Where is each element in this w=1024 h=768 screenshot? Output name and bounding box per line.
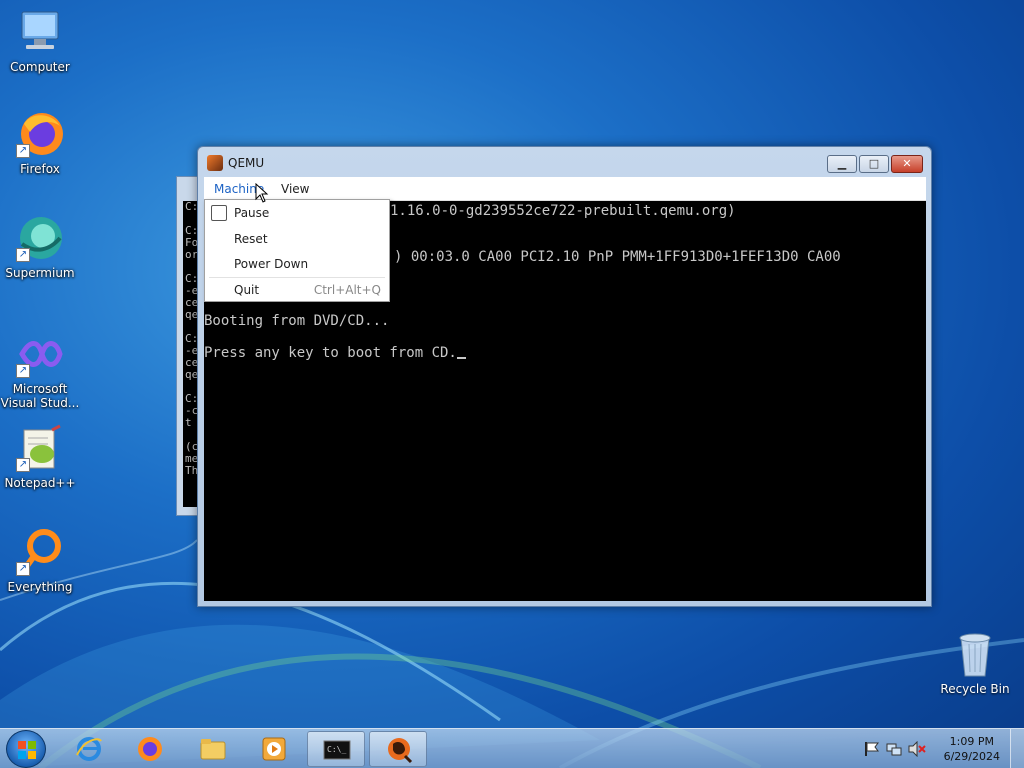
- clock-time: 1:09 PM: [949, 735, 994, 748]
- firefox-icon: ↗: [16, 110, 64, 158]
- pause-checkbox[interactable]: [211, 205, 227, 221]
- bios-line: Booting from DVD/CD...: [204, 313, 390, 329]
- minimize-button[interactable]: ▁: [827, 155, 857, 173]
- mouse-pointer-icon: [255, 183, 269, 203]
- svg-text:C:\_: C:\_: [327, 745, 346, 754]
- minimize-icon: ▁: [837, 157, 847, 170]
- menu-item-quit[interactable]: Quit Ctrl+Alt+Q: [205, 278, 389, 302]
- shortcut-arrow-icon: ↗: [16, 248, 30, 262]
- network-icon[interactable]: [886, 741, 902, 757]
- taskbar-command-prompt[interactable]: C:\_: [307, 731, 365, 767]
- desktop-icon-visual-studio[interactable]: ↗ Microsoft Visual Stud...: [0, 330, 80, 410]
- menu-item-reset[interactable]: Reset: [205, 227, 389, 251]
- desktop-icon-recycle-bin[interactable]: Recycle Bin: [938, 630, 1012, 696]
- computer-icon: [16, 8, 64, 56]
- bios-line: ) 00:03.0 CA00 PCI2.10 PnP PMM+1FF913D0+…: [394, 249, 841, 265]
- folder-icon: [200, 739, 226, 760]
- menu-item-power-down[interactable]: Power Down: [205, 252, 389, 276]
- taskbar: C:\_ 1:09 PM 6/29/2024: [0, 728, 1024, 768]
- recycle-bin-label: Recycle Bin: [940, 682, 1010, 696]
- shortcut-arrow-icon: ↗: [16, 562, 30, 576]
- bios-prompt-line: Press any key to boot from CD.: [204, 345, 466, 361]
- taskbar-media-player[interactable]: [245, 731, 303, 767]
- maximize-icon: □: [868, 157, 880, 170]
- menu-bar: Machine View: [204, 177, 926, 201]
- machine-menu-dropdown: Pause Reset Power Down Quit Ctrl+Alt+Q: [204, 199, 390, 302]
- action-center-flag-icon[interactable]: [864, 741, 880, 757]
- desktop-icon-supermium[interactable]: ↗ Supermium: [0, 214, 80, 280]
- notepad-plus-plus-icon: ↗: [16, 424, 64, 472]
- internet-explorer-icon: [76, 737, 102, 761]
- start-button[interactable]: [6, 730, 46, 768]
- qemu-icon: [388, 738, 413, 764]
- command-prompt-icon: C:\_: [323, 740, 351, 760]
- title-bar[interactable]: QEMU ▁ □ ✕: [198, 147, 931, 177]
- recycle-bin-icon: [959, 633, 991, 677]
- window-title: QEMU: [228, 156, 265, 170]
- menu-view[interactable]: View: [277, 182, 313, 196]
- maximize-button[interactable]: □: [859, 155, 889, 173]
- taskbar-firefox[interactable]: [121, 731, 179, 767]
- windows-logo-icon: [18, 741, 36, 759]
- everything-search-icon: ↗: [16, 528, 64, 576]
- close-icon: ✕: [902, 157, 912, 170]
- shortcut-arrow-icon: ↗: [16, 458, 30, 472]
- show-desktop-button[interactable]: [1010, 729, 1024, 768]
- desktop-icon-notepad-plus-plus[interactable]: ↗ Notepad++: [0, 424, 80, 490]
- desktop-icon-everything[interactable]: ↗ Everything: [0, 528, 80, 594]
- taskbar-file-explorer[interactable]: [184, 731, 242, 767]
- taskbar-internet-explorer[interactable]: [60, 731, 118, 767]
- system-clock[interactable]: 1:09 PM 6/29/2024: [944, 734, 1000, 764]
- volume-muted-icon[interactable]: [908, 741, 926, 757]
- desktop-icon-firefox[interactable]: ↗ Firefox: [0, 110, 80, 176]
- menu-item-pause[interactable]: Pause: [205, 201, 389, 225]
- quit-shortcut: Ctrl+Alt+Q: [313, 283, 381, 297]
- visual-studio-icon: ↗: [16, 330, 64, 378]
- clock-date: 6/29/2024: [943, 750, 1000, 763]
- bios-prompt-text: Press any key to boot from CD.: [204, 345, 457, 361]
- firefox-icon: [138, 737, 162, 761]
- system-tray: 1:09 PM 6/29/2024: [854, 729, 1024, 768]
- shortcut-arrow-icon: ↗: [16, 144, 30, 158]
- bios-line: 1.16.0-0-gd239552ce722-prebuilt.qemu.org…: [390, 203, 736, 219]
- taskbar-qemu[interactable]: [369, 731, 427, 767]
- close-button[interactable]: ✕: [891, 155, 923, 173]
- qemu-app-icon: [207, 155, 223, 171]
- media-player-icon: [262, 737, 286, 761]
- text-cursor: [456, 357, 466, 359]
- desktop-icon-computer[interactable]: Computer: [0, 8, 80, 74]
- shortcut-arrow-icon: ↗: [16, 364, 30, 378]
- supermium-icon: ↗: [16, 214, 64, 262]
